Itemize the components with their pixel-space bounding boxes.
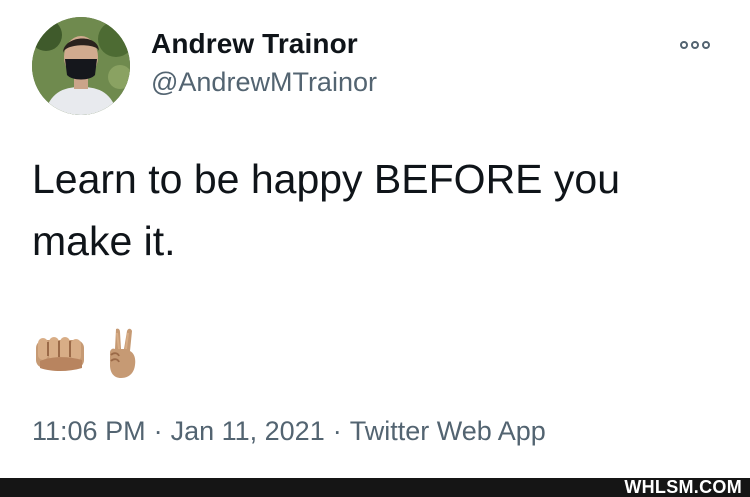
separator: · (332, 416, 342, 446)
dot-icon (691, 41, 699, 49)
dot-icon (702, 41, 710, 49)
watermark: WHLSM.COM (624, 477, 742, 497)
footer-bar: WHLSM.COM (0, 478, 750, 497)
author-name[interactable]: Andrew Trainor (151, 28, 358, 60)
avatar[interactable] (32, 17, 130, 115)
emoji-row (32, 325, 144, 380)
more-options-icon[interactable] (680, 38, 720, 52)
dot-icon (680, 41, 688, 49)
tweet-card: Andrew Trainor @AndrewMTrainor Learn to … (0, 0, 750, 478)
tweet-meta: 11:06 PM · Jan 11, 2021 · Twitter Web App (32, 416, 546, 447)
tweet-text: Learn to be happy BEFORE you make it. (32, 156, 621, 264)
fist-icon (36, 336, 84, 371)
tweet-source[interactable]: Twitter Web App (350, 416, 546, 446)
victory-hand-icon (110, 328, 136, 378)
tweet-time[interactable]: 11:06 PM (32, 416, 146, 446)
author-handle[interactable]: @AndrewMTrainor (151, 67, 377, 98)
separator: · (153, 416, 163, 446)
tweet-date[interactable]: Jan 11, 2021 (171, 416, 325, 446)
avatar-image (32, 17, 130, 115)
